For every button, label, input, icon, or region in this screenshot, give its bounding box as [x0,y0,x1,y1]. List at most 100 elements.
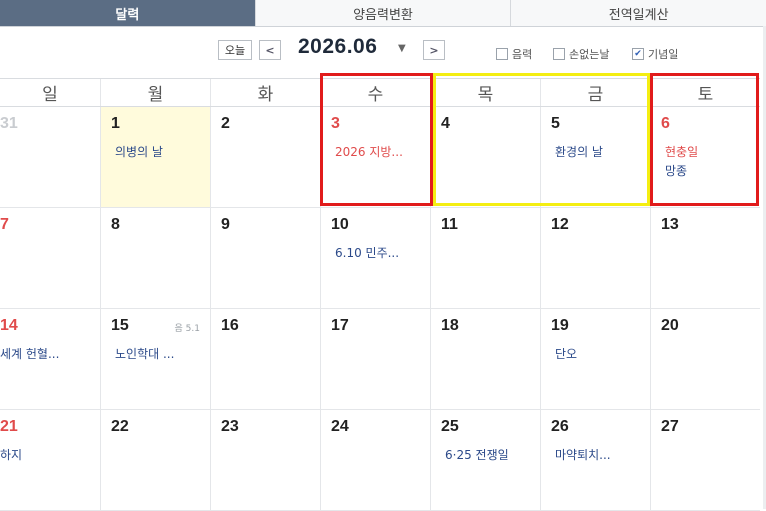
event-label[interactable]: 마약퇴치... [555,446,611,463]
day-number: 14 [0,317,18,334]
day-number: 26 [551,418,569,435]
day-cell[interactable]: 21 하지 [0,410,100,510]
event-label[interactable]: 세계 헌혈... [0,345,59,362]
event-label[interactable]: 6.10 민주... [335,244,399,261]
day-cell[interactable]: 1 의병의 날 [100,107,210,207]
day-cell[interactable]: 15 음 5.1 노인학대 ... [100,309,210,409]
event-label[interactable]: 하지 [0,446,22,463]
week-row: 7 8 9 10 6.10 민주... 11 12 13 [0,208,760,309]
day-cell[interactable]: 2 [210,107,320,207]
lunar-checkbox[interactable] [496,48,508,60]
day-cell[interactable]: 26 마약퇴치... [540,410,650,510]
day-number: 19 [551,317,569,334]
day-cell[interactable]: 27 [650,410,760,510]
day-cell[interactable]: 3 2026 지방... [320,107,430,207]
weekday-header: 일 월화수목금토 [0,78,760,107]
day-cell[interactable]: 18 [430,309,540,409]
option-lunar[interactable]: 음력 [496,46,532,62]
weekday-label: 화 [210,79,320,106]
event-label[interactable]: 2026 지방... [335,143,403,160]
day-cell[interactable]: 25 6·25 전쟁일 [430,410,540,510]
option-auspicious-day[interactable]: 손없는날 [553,46,609,62]
day-cell[interactable]: 16 [210,309,320,409]
day-number: 18 [441,317,459,334]
weekday-label: 금 [540,79,650,106]
day-cell[interactable]: 23 [210,410,320,510]
day-cell[interactable]: 19 단오 [540,309,650,409]
anniversary-checkbox[interactable]: ✔ [632,48,644,60]
event-label[interactable]: 단오 [555,345,577,362]
calendar-controls: 오늘 < 2026.06 ▼ > 음력 손없는날 ✔ 기념일 [0,35,766,66]
day-cell[interactable]: 4 [430,107,540,207]
day-number: 11 [441,216,458,233]
event-label[interactable]: 노인학대 ... [115,345,174,362]
event-label[interactable]: 환경의 날 [555,143,603,160]
day-cell[interactable]: 20 [650,309,760,409]
option-anniversary-label: 기념일 [648,48,679,61]
day-number: 3 [331,115,340,132]
day-number: 1 [111,115,120,132]
day-cell[interactable]: 10 6.10 민주... [320,208,430,308]
day-number: 16 [221,317,239,334]
day-number: 23 [221,418,239,435]
tab-lunar-converter[interactable]: 양음력변환 [254,0,511,26]
auspicious-day-checkbox[interactable] [553,48,565,60]
day-cell[interactable]: 17 [320,309,430,409]
month-title[interactable]: 2026.06 [298,35,377,59]
week-row: 14 세계 헌혈... 15 음 5.1 노인학대 ... 16 17 18 19 단오 20 [0,309,760,410]
day-cell[interactable]: 24 [320,410,430,510]
day-cell[interactable]: 22 [100,410,210,510]
checkmark-icon: ✔ [634,49,642,59]
day-number: 21 [0,418,18,435]
today-button[interactable]: 오늘 [218,40,252,60]
day-number: 31 [0,115,18,132]
day-number: 10 [331,216,349,233]
day-cell[interactable]: 11 [430,208,540,308]
tab-discharge-calculator[interactable]: 전역일계산 [510,0,766,26]
weekday-label: 목 [430,79,540,106]
day-number: 6 [661,115,670,132]
event-label[interactable]: 현충일 [665,143,698,160]
event-label[interactable]: 망종 [665,162,687,179]
day-cell[interactable]: 14 세계 헌혈... [0,309,100,409]
week-row: 21 하지 22 23 24 25 6·25 전쟁일 26 마약퇴치... 27 [0,410,760,511]
weekday-label: 수 [320,79,430,106]
day-cell[interactable]: 13 [650,208,760,308]
day-number: 8 [111,216,120,233]
day-number: 15 [111,317,129,334]
day-cell[interactable]: 9 [210,208,320,308]
tab-calendar[interactable]: 달력 [0,0,255,26]
day-number: 20 [661,317,679,334]
next-month-button[interactable]: > [423,40,445,60]
day-number: 9 [221,216,230,233]
day-number: 5 [551,115,560,132]
day-cell[interactable]: 31 [0,107,100,207]
day-cell[interactable]: 7 [0,208,100,308]
weekday-label: 토 [650,79,760,106]
event-label[interactable]: 6·25 전쟁일 [445,446,509,463]
day-number: 2 [221,115,230,132]
calendar-grid: 일월화수목금토 31 1 의병의 날 2 3 2026 지방... 4 5 환경의 날 6 현충일 망… [0,78,760,511]
day-cell[interactable]: 6 현충일망종 [650,107,760,207]
day-number: 4 [441,115,450,132]
weekday-label: 일 [42,85,58,105]
day-number: 27 [661,418,679,435]
option-lunar-label: 음력 [512,48,533,61]
day-number: 7 [0,216,9,233]
option-anniversary[interactable]: ✔ 기념일 [632,46,678,62]
option-auspicious-day-label: 손없는날 [569,48,610,61]
chevron-left-icon: < [265,43,275,57]
day-cell[interactable]: 12 [540,208,650,308]
day-number: 24 [331,418,349,435]
prev-month-button[interactable]: < [259,40,281,60]
day-number: 25 [441,418,459,435]
day-number: 22 [111,418,129,435]
top-tabs: 달력 양음력변환 전역일계산 [0,0,766,27]
event-label[interactable]: 의병의 날 [115,143,163,160]
day-number: 17 [331,317,349,334]
caret-down-icon[interactable]: ▼ [398,43,406,54]
chevron-right-icon: > [429,43,439,57]
day-cell[interactable]: 5 환경의 날 [540,107,650,207]
day-cell[interactable]: 8 [100,208,210,308]
week-row: 31 1 의병의 날 2 3 2026 지방... 4 5 환경의 날 6 현충일 망종 [0,107,760,208]
